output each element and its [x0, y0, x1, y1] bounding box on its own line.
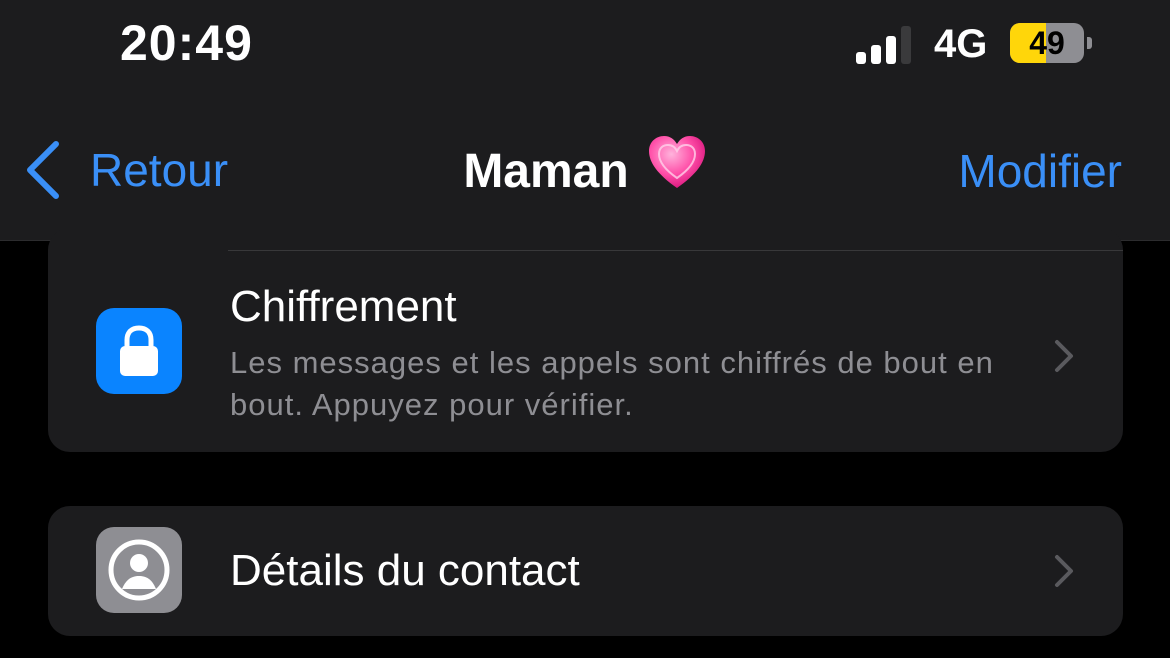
chevron-right-icon: [1055, 340, 1073, 372]
battery-level: 49: [1029, 25, 1065, 61]
encryption-title: Chiffrement: [230, 282, 457, 331]
person-circle-icon: [96, 527, 182, 613]
row-divider: [228, 250, 1123, 251]
network-type: 4G: [934, 22, 988, 66]
contact-details-row[interactable]: Détails du contact: [48, 506, 1123, 636]
top-bar: 20:49 4G 49 Retour Maman Modifier: [0, 0, 1170, 241]
screen: 20:49 4G 49 Retour Maman Modifier Chiffr…: [0, 0, 1170, 658]
encryption-subtitle: Les messages et les appels sont chiffrés…: [230, 345, 994, 422]
signal-strength-icon: [856, 24, 916, 64]
growing-heart-icon: [647, 134, 707, 207]
chevron-right-icon: [1055, 555, 1073, 587]
status-time: 20:49: [120, 15, 253, 71]
edit-button[interactable]: Modifier: [958, 144, 1122, 198]
battery-tip: [1087, 37, 1092, 49]
page-title-text: Maman: [463, 145, 629, 198]
lock-icon: [96, 308, 182, 394]
contact-details-title: Détails du contact: [230, 546, 580, 595]
encryption-row[interactable]: Chiffrement Les messages et les appels s…: [48, 228, 1123, 452]
battery-icon: 49: [1010, 23, 1084, 63]
